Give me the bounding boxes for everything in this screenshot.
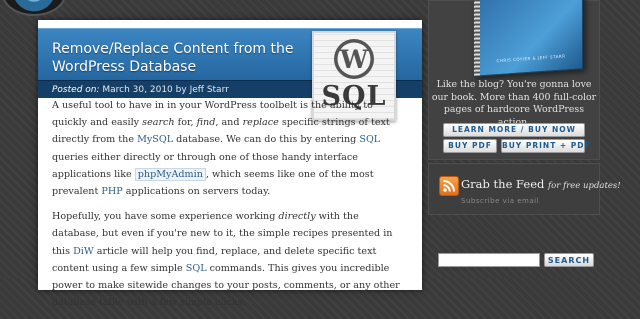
feed-suffix: for free updates! (548, 181, 621, 191)
feed-link[interactable]: Grab the Feed for free updates! (461, 177, 621, 191)
mysql-abbr[interactable]: MySQL (137, 134, 173, 145)
feed-panel: Grab the Feed for free updates! Subscrib… (428, 163, 621, 215)
post-date: March 30, 2010 (102, 85, 173, 95)
sql-abbr-2[interactable]: SQL (186, 263, 207, 274)
posted-on-label: Posted on: (52, 85, 100, 95)
emphasis-replace: replace (242, 117, 279, 129)
paragraph-1: A useful tool to have in in your WordPre… (52, 100, 390, 198)
book-cover-image[interactable]: CHRIS COYIER & JEFF STARR (473, 0, 583, 77)
buy-pdf-button[interactable]: BUY PDF (443, 139, 497, 153)
emphasis-directly: directly (278, 211, 316, 223)
sql-abbr[interactable]: SQL (359, 134, 380, 145)
wordpress-logo-icon: W (334, 39, 374, 79)
book-promo: CHRIS COYIER & JEFF STARR Like the blog?… (428, 0, 600, 160)
book-authors: CHRIS COYIER & JEFF STARR (496, 53, 566, 64)
emphasis-search: search (142, 117, 175, 129)
post-title[interactable]: Remove/Replace Content from the WordPres… (52, 40, 302, 76)
buy-print-pdf-button[interactable]: BUY PRINT + PDF (501, 139, 590, 153)
post-author[interactable]: Jeff Starr (190, 85, 229, 95)
paragraph-2: Hopefully, you have some experience work… (52, 211, 400, 309)
subscribe-email-link[interactable]: Subscribe via email (461, 197, 539, 205)
php-abbr[interactable]: PHP (101, 186, 122, 197)
emphasis-find: find (196, 117, 216, 129)
rss-icon[interactable] (439, 176, 459, 196)
post-content: A useful tool to have in in your WordPre… (52, 97, 408, 319)
phpmyadmin-link[interactable]: phpMyAdmin (134, 167, 206, 181)
search-input[interactable] (438, 253, 540, 267)
site-logo[interactable] (2, 0, 66, 16)
svg-text:W: W (339, 45, 369, 74)
sidebar: CHRIS COYIER & JEFF STARR Like the blog?… (428, 0, 621, 278)
post-by: by (175, 85, 187, 95)
learn-more-button[interactable]: LEARN MORE / BUY NOW (443, 123, 585, 137)
article: Remove/Replace Content from the WordPres… (38, 20, 422, 308)
book-spiral (474, 0, 480, 76)
book-description: Like the blog? You're gonna love our boo… (431, 79, 597, 128)
feed-title[interactable]: Grab the Feed (461, 177, 544, 191)
search-button[interactable]: SEARCH (544, 253, 594, 267)
diw-abbr[interactable]: DiW (73, 246, 94, 257)
